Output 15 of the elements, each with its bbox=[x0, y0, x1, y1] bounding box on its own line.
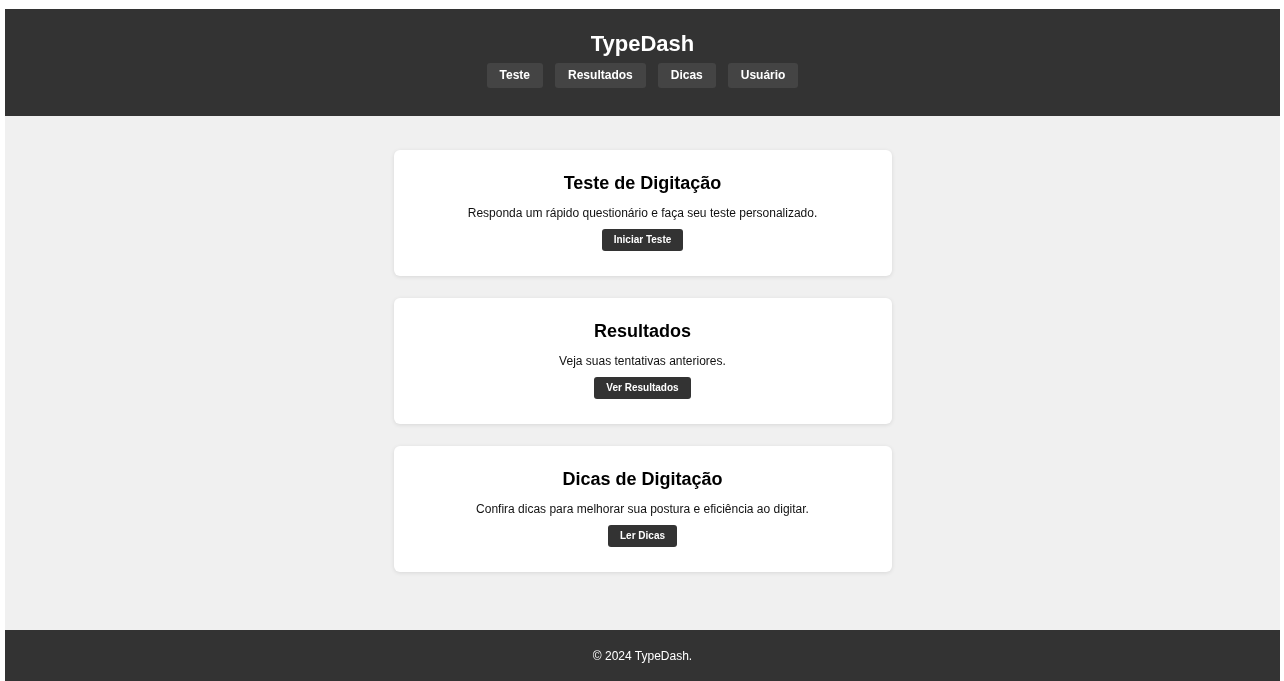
nav-link[interactable]: Teste bbox=[486, 63, 544, 88]
card-title: Resultados bbox=[594, 320, 691, 342]
card-description: Responda um rápido questionário e faça seu teste personalizado. bbox=[467, 206, 818, 220]
card-description: Confira dicas para melhorar sua postura e eficiência ao digitar. bbox=[476, 502, 809, 516]
card-title: Teste de Digitação bbox=[563, 172, 722, 194]
card-title: Dicas de Digitação bbox=[562, 468, 723, 490]
site-title: TypeDash bbox=[590, 31, 695, 57]
nav-link[interactable]: Usuário bbox=[727, 63, 799, 88]
card-button[interactable]: Ler Dicas bbox=[608, 525, 677, 547]
nav-link[interactable]: Dicas bbox=[657, 63, 716, 88]
card-description: Veja suas tentativas anteriores. bbox=[559, 354, 726, 368]
card-button[interactable]: Iniciar Teste bbox=[601, 229, 684, 251]
copyright-text: © 2024 TypeDash. bbox=[592, 648, 693, 663]
card-button[interactable]: Ver Resultados bbox=[594, 377, 691, 399]
nav-link[interactable]: Resultados bbox=[555, 63, 646, 88]
